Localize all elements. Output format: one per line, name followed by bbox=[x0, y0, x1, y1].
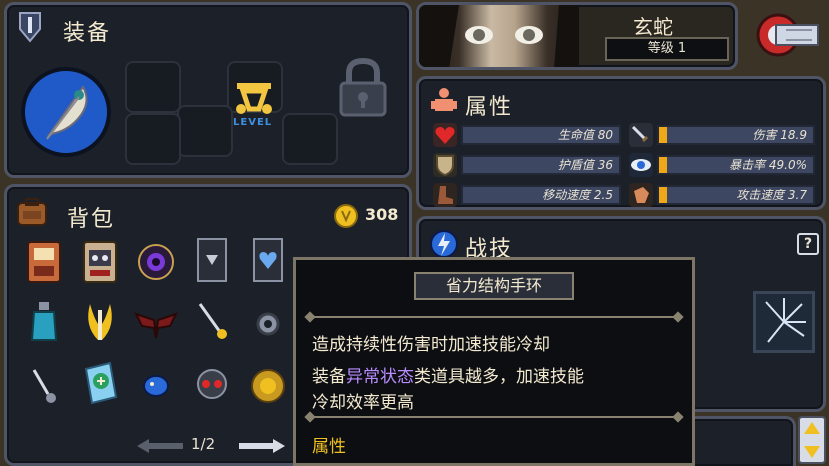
equip-slot-3[interactable] bbox=[177, 105, 233, 157]
coin-count: 308 bbox=[365, 205, 399, 224]
tooltip-line-2: 装备异常状态类道具越多，加速技能 bbox=[312, 362, 584, 387]
tooltip-item-name: 省力结构手环 bbox=[414, 272, 574, 300]
equip-slot-5[interactable] bbox=[282, 113, 338, 165]
updown-arrow-icon bbox=[804, 422, 820, 458]
stat-attack-speed: 攻击速度 3.7 bbox=[629, 183, 815, 207]
tooltip-divider-bottom bbox=[310, 416, 678, 418]
level-up-icon bbox=[236, 83, 272, 114]
backpack-title: 背包 bbox=[67, 207, 116, 232]
stat-move-speed: 移动速度 2.5 bbox=[433, 183, 621, 207]
arrow-left-icon bbox=[137, 439, 183, 453]
backpack-item-gear[interactable] bbox=[245, 301, 291, 347]
equipment-icon bbox=[17, 11, 43, 43]
locked-slot[interactable] bbox=[333, 57, 393, 119]
backpack-item-skull[interactable] bbox=[189, 363, 235, 409]
backpack-item-silver-card[interactable] bbox=[189, 237, 235, 283]
backpack-icon bbox=[15, 197, 49, 227]
backpack-item-blue-heart-card[interactable] bbox=[245, 237, 291, 283]
stat-shield: 护盾值 36 bbox=[433, 153, 621, 177]
backpack-item-blue-fish[interactable] bbox=[133, 363, 179, 409]
stat-label: 生命值 80 bbox=[557, 128, 613, 142]
backpack-item-bat-wings[interactable] bbox=[133, 299, 179, 345]
page-indicator: 1/2 bbox=[191, 435, 216, 453]
backpack-item-dagger[interactable] bbox=[21, 363, 67, 409]
backpack-item-red-machine[interactable] bbox=[21, 239, 67, 285]
lightning-orb-icon bbox=[429, 229, 459, 259]
tooltip-line-1: 造成持续性伤害时加速技能冷却 bbox=[312, 335, 550, 355]
equipped-feather-slot[interactable] bbox=[21, 67, 111, 157]
attributes-panel: 属性 生命值 80 伤害 18.9 护盾值 36 暴击率 49.0% 移动速度 … bbox=[416, 76, 826, 210]
stat-label: 护盾值 36 bbox=[557, 158, 613, 172]
stat-health: 生命值 80 bbox=[433, 123, 621, 147]
stat-label: 暴击率 49.0% bbox=[729, 158, 807, 172]
tooltip-line-2-suffix: 类道具越多，加速技能 bbox=[414, 367, 584, 387]
eye-icon bbox=[629, 153, 653, 177]
backpack-item-sword[interactable] bbox=[189, 299, 235, 345]
shield-icon bbox=[433, 153, 457, 177]
heart-icon bbox=[433, 123, 457, 147]
equip-slot-4[interactable] bbox=[125, 113, 181, 165]
next-page-arrow[interactable] bbox=[237, 437, 287, 455]
back-button[interactable] bbox=[756, 12, 820, 58]
backpack-item-golden-lion[interactable] bbox=[245, 363, 291, 409]
item-tooltip: 省力结构手环 造成持续性伤害时加速技能冷却 装备异常状态类道具越多，加速技能 冷… bbox=[293, 257, 695, 466]
backpack-item-golden-wings[interactable] bbox=[77, 299, 123, 345]
equip-slot-1[interactable] bbox=[125, 61, 181, 113]
help-button[interactable]: ? bbox=[797, 233, 819, 255]
padlock-icon bbox=[339, 57, 387, 117]
shatter-icon bbox=[765, 298, 806, 343]
level-badge-text: LEVEL bbox=[233, 117, 273, 128]
coin-icon bbox=[334, 204, 358, 228]
tooltip-line-3: 冷却效率更高 bbox=[312, 393, 414, 413]
character-portrait bbox=[419, 5, 579, 67]
fist-icon bbox=[629, 183, 653, 207]
stat-damage: 伤害 18.9 bbox=[629, 123, 815, 147]
character-name: 玄蛇 bbox=[633, 15, 673, 39]
attributes-title: 属性 bbox=[465, 95, 514, 120]
boot-icon bbox=[433, 183, 457, 207]
level-emblem: LEVEL bbox=[229, 79, 279, 135]
stat-crit: 暴击率 49.0% bbox=[629, 153, 815, 177]
backpack-item-potion[interactable] bbox=[21, 299, 67, 345]
backpack-item-ice-card[interactable] bbox=[77, 361, 123, 407]
equipment-title: 装备 bbox=[63, 21, 112, 46]
back-arrow-icon bbox=[756, 13, 819, 57]
character-panel: 玄蛇 等级 1 bbox=[416, 2, 738, 70]
skill-slot-shatter[interactable] bbox=[753, 291, 815, 353]
feather-icon bbox=[46, 85, 88, 140]
tooltip-highlight: 异常状态 bbox=[346, 367, 414, 387]
tooltip-line-2-prefix: 装备 bbox=[312, 367, 346, 387]
tooltip-divider-top bbox=[310, 316, 678, 318]
character-level: 等级 1 bbox=[605, 37, 729, 61]
backpack-item-robot-face[interactable] bbox=[77, 239, 123, 285]
backpack-item-purple-orb[interactable] bbox=[133, 239, 179, 285]
attributes-icon bbox=[431, 87, 457, 113]
stat-label: 攻击速度 3.7 bbox=[736, 188, 807, 202]
stat-label: 伤害 18.9 bbox=[752, 128, 807, 142]
arrow-right-icon bbox=[239, 439, 285, 453]
sword-icon bbox=[629, 123, 653, 147]
coin-counter: 308 bbox=[333, 203, 411, 229]
equipment-panel: 装备 LEVEL bbox=[4, 2, 412, 178]
scroll-toggle[interactable] bbox=[798, 416, 826, 464]
prev-page-arrow[interactable] bbox=[135, 437, 185, 455]
tooltip-footer: 属性 bbox=[312, 437, 346, 457]
stat-label: 移动速度 2.5 bbox=[542, 188, 613, 202]
